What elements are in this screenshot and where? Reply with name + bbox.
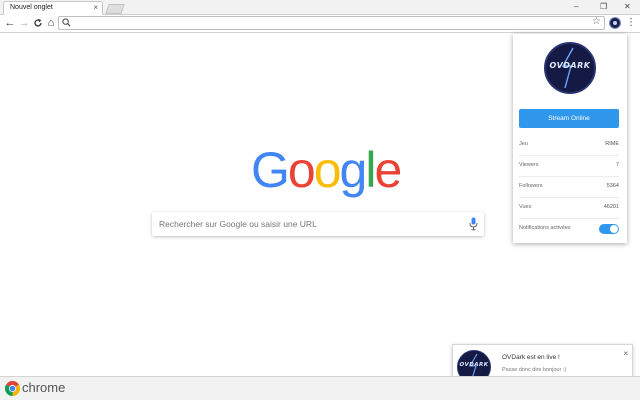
taskbar: chrome — [0, 376, 640, 400]
google-search-box[interactable] — [152, 212, 484, 236]
minimize-icon[interactable]: – — [574, 2, 578, 11]
logo-letter: o — [313, 142, 342, 198]
tab-close-icon[interactable]: × — [93, 3, 98, 12]
stat-label: Jeu — [519, 141, 528, 147]
stat-row-views: Vues 46201 — [519, 198, 619, 219]
notifications-row: Notifications activées — [519, 219, 619, 240]
notifications-label: Notifications activées — [519, 225, 571, 231]
stat-value: 5364 — [606, 183, 619, 189]
address-input[interactable] — [75, 18, 575, 28]
close-window-icon[interactable]: ✕ — [624, 2, 631, 11]
forward-arrow-icon[interactable]: → — [17, 16, 31, 30]
stat-label: Viewers — [519, 162, 539, 168]
notification-close-icon[interactable]: × — [623, 349, 628, 358]
logo-letter: g — [339, 142, 368, 198]
chrome-label: chrome — [22, 380, 66, 395]
stat-value: RIME — [605, 141, 619, 147]
extension-ovdark-icon[interactable] — [609, 17, 621, 29]
logo-text: OVDARK — [549, 61, 591, 70]
stream-online-button[interactable]: Stream Online — [519, 109, 619, 128]
address-bar[interactable]: ☆ — [58, 16, 605, 30]
chrome-logo-icon[interactable] — [5, 381, 20, 396]
notifications-toggle[interactable] — [599, 224, 619, 234]
stat-row-viewers: Viewers 7 — [519, 156, 619, 177]
logo-text: OVDARK — [459, 362, 489, 368]
tab-new-tab[interactable]: Nouvel onglet × — [3, 1, 103, 16]
home-icon[interactable]: ⌂ — [44, 16, 58, 30]
toolbar: ← → ⌂ ☆ ⋮ — [0, 15, 640, 33]
tab-strip: Nouvel onglet × – ❐ ✕ — [0, 0, 640, 16]
stat-label: Followers — [519, 183, 543, 189]
channel-logo: OVDARK — [544, 42, 596, 94]
google-logo: Google — [251, 142, 402, 198]
microphone-icon[interactable] — [469, 217, 478, 231]
notification-message: Passe donc dire bonjour :) — [502, 367, 567, 373]
logo-letter: o — [287, 142, 316, 198]
notification-title: OVDark est en live ! — [502, 354, 560, 361]
tab-title: Nouvel onglet — [10, 4, 53, 11]
reload-icon[interactable] — [31, 16, 45, 30]
stat-row-game: Jeu RIME — [519, 135, 619, 156]
search-icon — [62, 18, 71, 27]
stat-row-followers: Followers 5364 — [519, 177, 619, 198]
bookmark-star-icon[interactable]: ☆ — [592, 16, 601, 27]
logo-letter: G — [251, 142, 290, 198]
menu-icon[interactable]: ⋮ — [626, 16, 636, 30]
stat-value: 46201 — [603, 204, 619, 210]
stat-value: 7 — [615, 162, 619, 168]
restore-icon[interactable]: ❐ — [600, 2, 607, 11]
stat-label: Vues — [519, 204, 532, 210]
new-tab-button[interactable] — [105, 4, 125, 14]
logo-letter: e — [374, 142, 402, 198]
search-input[interactable] — [159, 217, 459, 231]
extension-popup: OVDARK Stream Online Jeu RIME Viewers 7 … — [513, 34, 627, 243]
back-arrow-icon[interactable]: ← — [3, 16, 17, 30]
